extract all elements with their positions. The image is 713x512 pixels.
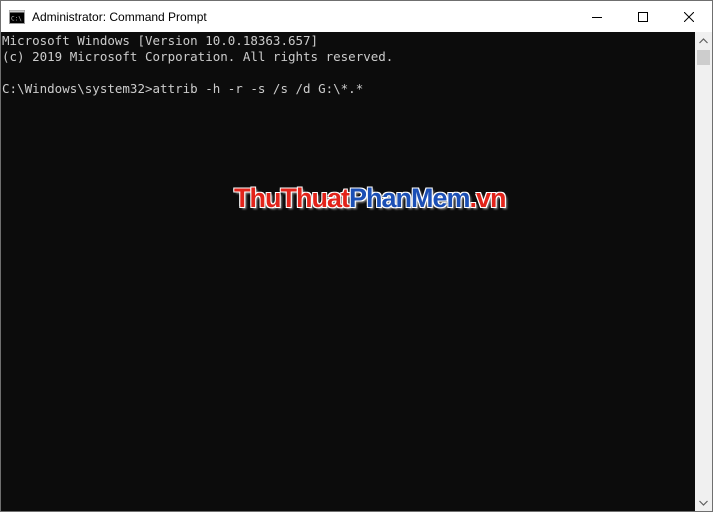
window-title: Administrator: Command Prompt xyxy=(32,9,207,24)
watermark-part-blue: PhanMem xyxy=(348,183,471,213)
maximize-button[interactable] xyxy=(620,1,666,32)
maximize-icon xyxy=(638,11,648,22)
console-output[interactable]: Microsoft Windows [Version 10.0.18363.65… xyxy=(1,32,695,511)
console-prompt-line: C:\Windows\system32>attrib -h -r -s /s /… xyxy=(2,81,364,96)
chevron-down-icon xyxy=(699,500,708,506)
minimize-icon xyxy=(592,16,602,18)
console-line: Microsoft Windows [Version 10.0.18363.65… xyxy=(2,33,319,48)
title-bar[interactable]: C:\ Administrator: Command Prompt xyxy=(1,1,712,32)
scroll-thumb[interactable] xyxy=(697,50,710,65)
close-button[interactable] xyxy=(666,1,712,32)
close-icon xyxy=(684,11,694,22)
command-prompt-window: C:\ Administrator: Command Prompt Micros… xyxy=(0,0,713,512)
watermark-part-red: ThuThuat xyxy=(234,183,350,213)
scroll-up-button[interactable] xyxy=(695,32,712,49)
watermark-part-domain: .vn xyxy=(469,183,507,213)
svg-text:C:\: C:\ xyxy=(11,15,22,22)
watermark-logo: ThuThuatPhanMem.vn xyxy=(234,183,507,214)
chevron-up-icon xyxy=(699,37,708,43)
scroll-down-button[interactable] xyxy=(695,494,712,511)
minimize-button[interactable] xyxy=(574,1,620,32)
vertical-scrollbar[interactable] xyxy=(695,32,712,511)
console-line: (c) 2019 Microsoft Corporation. All righ… xyxy=(2,49,394,64)
cmd-icon[interactable]: C:\ xyxy=(9,9,25,25)
window-controls xyxy=(574,1,712,32)
